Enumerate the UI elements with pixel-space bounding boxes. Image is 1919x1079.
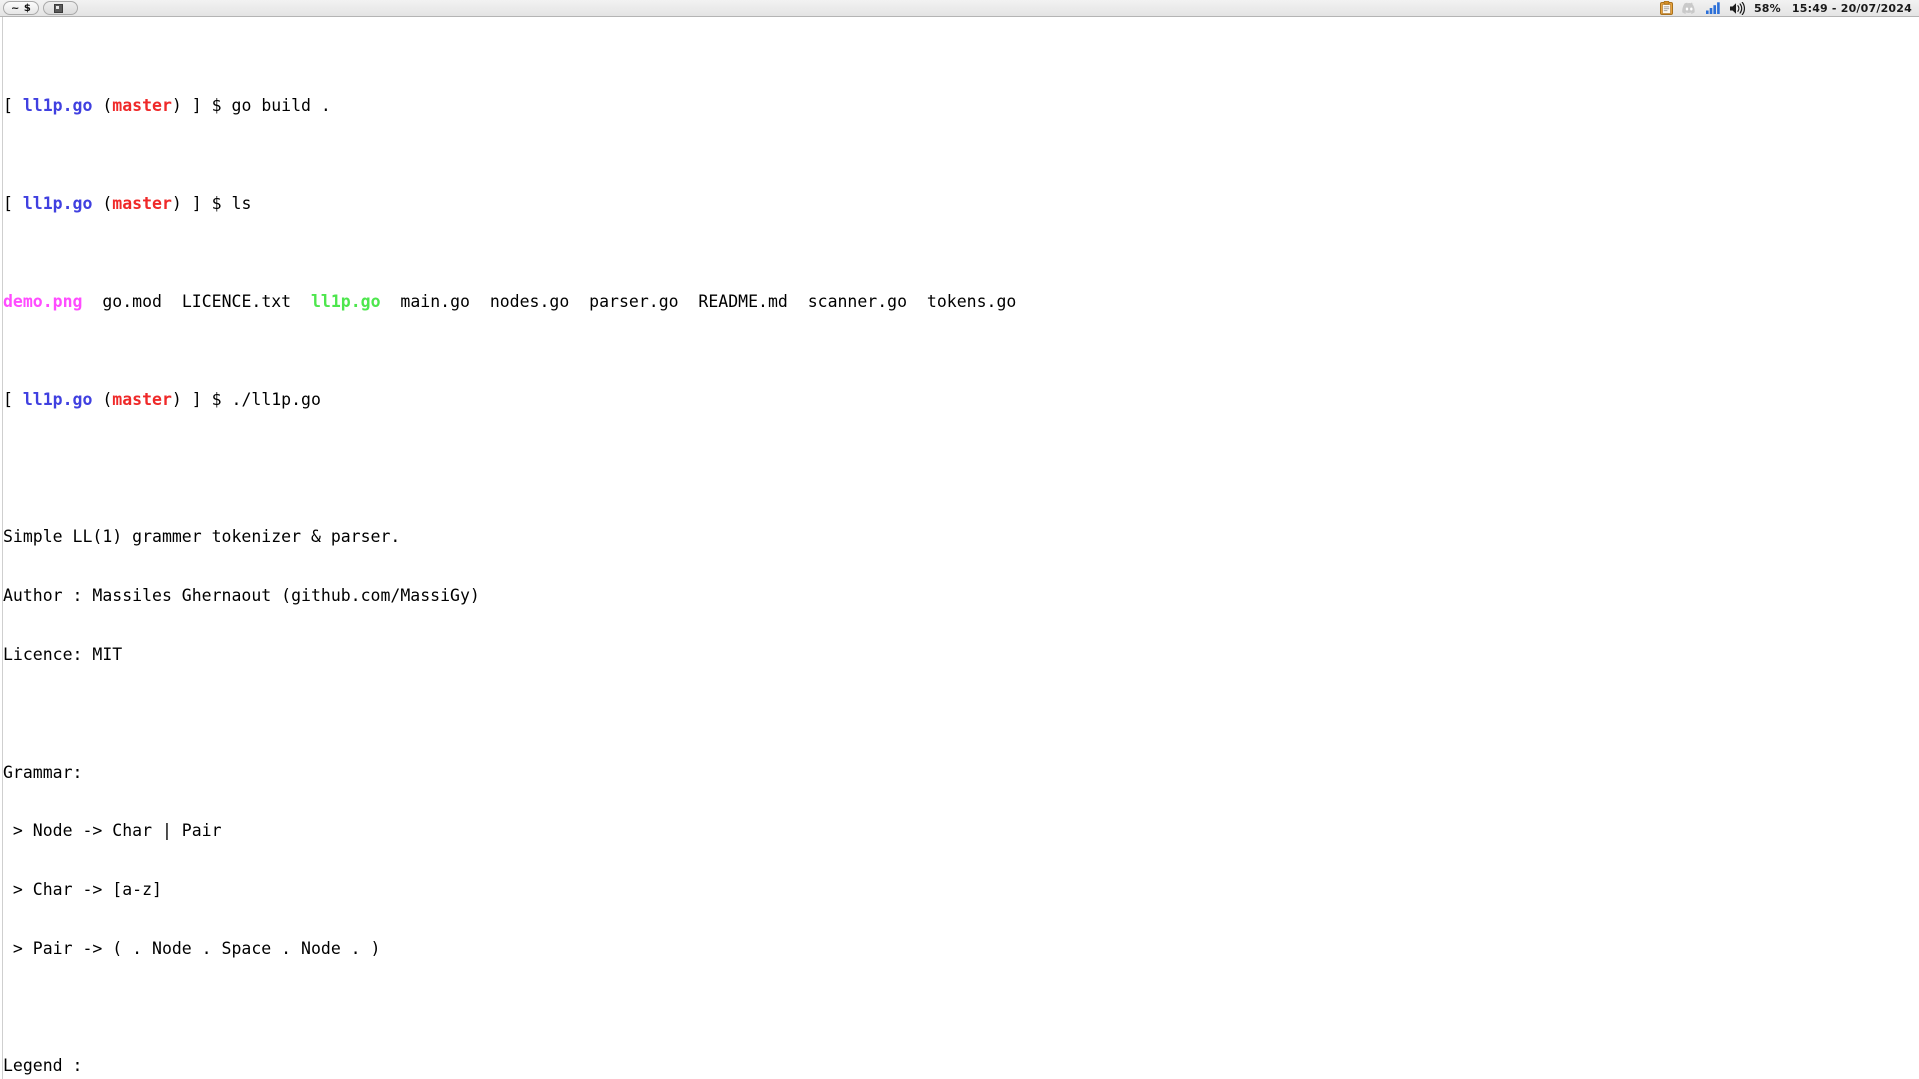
ls-separator: [162, 292, 182, 311]
system-tray: 58% 15:49 - 20/07/2024: [1659, 1, 1919, 15]
prompt-branch-open: (: [92, 96, 113, 116]
workspace-button[interactable]: ~ $: [3, 1, 40, 15]
command-run: ./ll1p.go: [231, 390, 321, 410]
banner-licence: Licence: MIT: [3, 645, 123, 664]
workspace-button-label: ~ $: [11, 2, 32, 14]
legend-header: Legend :: [3, 1056, 83, 1076]
command-ls: ls: [231, 194, 252, 214]
prompt-repo: ll1p.go: [22, 390, 93, 410]
taskbar: ~ $ 58% 15:49 - 20/07/2024: [0, 0, 1919, 17]
grammar-rule-node: > Node -> Char | Pair: [3, 821, 222, 841]
prompt-branch-close: ) ] $: [171, 96, 232, 116]
grammar-rule-char: > Char -> [a-z]: [3, 880, 162, 900]
prompt-repo: ll1p.go: [22, 194, 93, 214]
file-demo-png: demo.png: [3, 292, 83, 312]
ls-remaining-files: main.go nodes.go parser.go README.md sca…: [380, 292, 1017, 312]
prompt-branch: master: [112, 390, 172, 410]
taskbar-left-group: ~ $: [0, 1, 79, 15]
window-button-terminal[interactable]: [43, 1, 79, 15]
command-build: go build .: [231, 96, 331, 116]
prompt-prefix: [: [3, 194, 23, 214]
grammar-header: Grammar:: [3, 762, 83, 782]
prompt-prefix: [: [3, 390, 23, 410]
signal-strength-icon[interactable]: [1705, 2, 1720, 14]
volume-icon[interactable]: [1729, 1, 1745, 15]
terminal-output: [ ll1p.go (master) ] $ go build . [ ll1p…: [3, 17, 1919, 1079]
ls-separator: [291, 292, 311, 311]
prompt-branch: master: [112, 96, 172, 116]
clock: 15:49 - 20/07/2024: [1791, 1, 1912, 15]
battery-percentage: 58%: [1753, 1, 1781, 15]
terminal-line-prompt-ls: [ ll1p.go (master) ] $ ls: [3, 194, 1919, 214]
terminal-body[interactable]: [ ll1p.go (master) ] $ go build . [ ll1p…: [3, 17, 1919, 1079]
ls-separator: [82, 292, 102, 311]
discord-icon[interactable]: [1682, 2, 1697, 14]
prompt-repo: ll1p.go: [22, 96, 93, 116]
terminal-line-ls-output: demo.png go.mod LICENCE.txt ll1p.go main…: [3, 292, 1919, 312]
file-licence-txt: LICENCE.txt: [181, 292, 292, 312]
prompt-branch-close: ) ] $: [171, 194, 232, 214]
banner-title: Simple LL(1) grammer tokenizer & parser.: [3, 527, 401, 547]
prompt-prefix: [: [3, 96, 23, 116]
terminal-icon: [54, 3, 64, 13]
clipboard-icon[interactable]: [1659, 1, 1673, 15]
terminal-line-prompt-build: [ ll1p.go (master) ] $ go build .: [3, 96, 1919, 116]
file-ll1p-go: ll1p.go: [311, 292, 381, 312]
prompt-branch-open: (: [92, 390, 113, 410]
terminal-window[interactable]: [ ll1p.go (master) ] $ go build . [ ll1p…: [0, 17, 1919, 1079]
grammar-rule-pair: > Pair -> ( . Node . Space . Node . ): [3, 938, 381, 958]
file-go-mod: go.mod: [102, 292, 162, 312]
banner-author: Author : Massiles Ghernaout (github.com/…: [3, 586, 480, 606]
prompt-branch: master: [112, 194, 172, 214]
terminal-line-prompt-run: [ ll1p.go (master) ] $ ./ll1p.go: [3, 390, 1919, 410]
prompt-branch-open: (: [92, 194, 113, 214]
prompt-branch-close: ) ] $: [171, 390, 232, 410]
